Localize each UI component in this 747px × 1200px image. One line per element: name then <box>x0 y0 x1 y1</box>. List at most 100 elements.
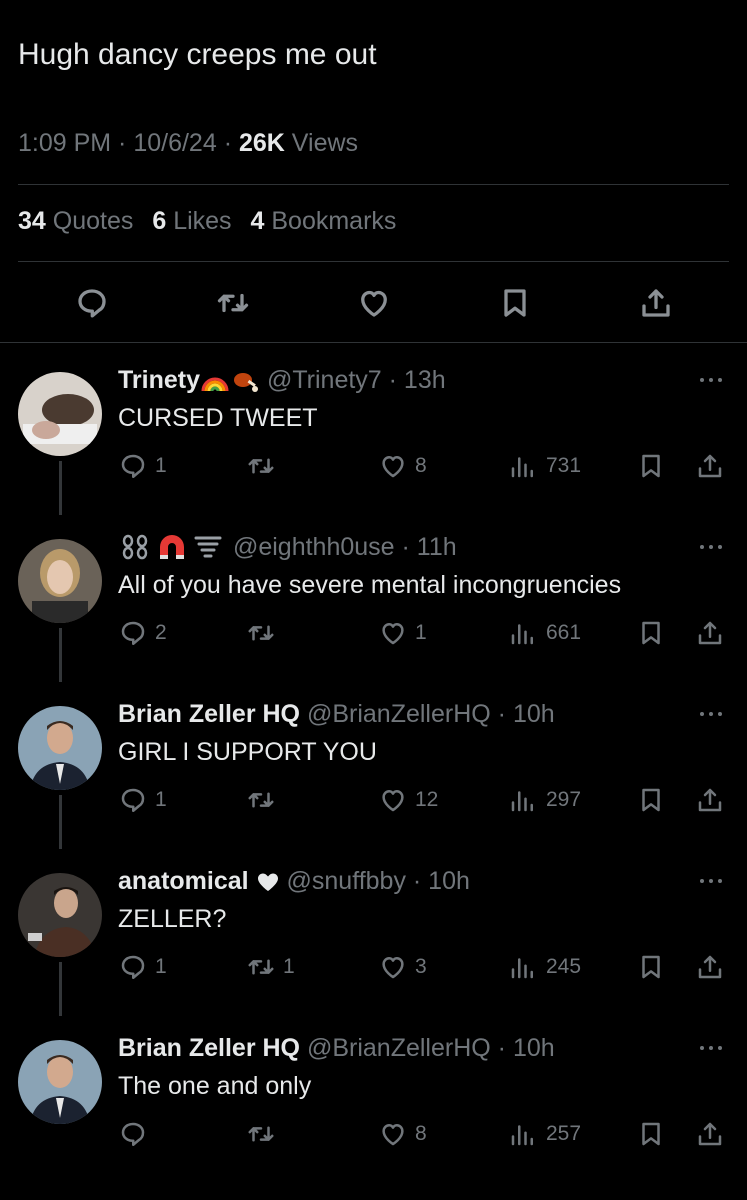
reply-icon[interactable] <box>118 1119 148 1149</box>
views-count: 297 <box>546 788 582 811</box>
bookmark-icon[interactable] <box>636 952 666 982</box>
reply-icon[interactable] <box>118 952 148 982</box>
like-count: 12 <box>415 788 439 811</box>
handle[interactable]: @Trinety7 <box>267 366 382 394</box>
handle[interactable]: @snuffbby <box>287 867 406 895</box>
rainbow-icon <box>201 377 229 392</box>
views-count: 661 <box>546 621 582 644</box>
avatar[interactable] <box>18 873 102 957</box>
like-icon[interactable] <box>378 618 408 648</box>
more-icon[interactable] <box>697 1042 725 1054</box>
repost-icon[interactable] <box>246 1119 276 1149</box>
timestamp[interactable]: 13h <box>404 366 446 394</box>
views-icon[interactable] <box>508 952 538 982</box>
thread-line <box>59 628 62 682</box>
share-icon[interactable] <box>695 1119 725 1149</box>
thread-line <box>59 962 62 1016</box>
like-count: 3 <box>415 955 427 978</box>
tweet-text: Hugh dancy creeps me out <box>18 38 377 71</box>
bookmarks-stat[interactable]: 4 Bookmarks <box>251 207 397 235</box>
chains-icon <box>122 535 148 560</box>
bookmark-icon[interactable] <box>636 451 666 481</box>
meat-on-bone-icon <box>233 373 258 393</box>
like-count: 1 <box>415 621 427 644</box>
views-count: 257 <box>546 1122 582 1145</box>
repost-icon[interactable] <box>246 785 276 815</box>
timestamp[interactable]: 10h <box>428 867 470 895</box>
repost-icon[interactable] <box>246 618 276 648</box>
like-icon[interactable] <box>378 1119 408 1149</box>
reply-item[interactable]: @eighthh0use · 11h All of you have sever… <box>0 511 747 682</box>
timestamp[interactable]: 11h <box>417 533 457 561</box>
reply-header: Brian Zeller HQ @BrianZellerHQ · 10h <box>118 1034 555 1062</box>
divider <box>18 184 729 185</box>
bookmark-icon[interactable] <box>636 618 666 648</box>
display-name[interactable]: anatomical <box>118 867 249 895</box>
magnet-icon <box>160 535 184 560</box>
display-name[interactable]: Trinety <box>118 366 200 394</box>
reply-text: The one and only <box>118 1072 312 1100</box>
reply-header: Brian Zeller HQ @BrianZellerHQ · 10h <box>118 700 555 728</box>
reply-icon[interactable] <box>118 451 148 481</box>
like-icon[interactable] <box>378 451 408 481</box>
views-icon[interactable] <box>508 618 538 648</box>
views-icon[interactable] <box>508 451 538 481</box>
bookmark-icon[interactable] <box>636 785 666 815</box>
reply-icon[interactable] <box>118 618 148 648</box>
handle[interactable]: @BrianZellerHQ <box>307 1034 491 1062</box>
likes-stat[interactable]: 6 Likes <box>152 207 231 235</box>
like-icon[interactable] <box>378 785 408 815</box>
reply-item[interactable]: Trinety @Trinety7 · 13h CURSED TWEET 1 8… <box>0 344 747 515</box>
repost-icon[interactable] <box>246 952 276 982</box>
bookmark-icon[interactable] <box>497 285 533 321</box>
display-name[interactable]: Brian Zeller HQ <box>118 1034 300 1062</box>
share-icon[interactable] <box>638 285 674 321</box>
timestamp[interactable]: 10h <box>513 1034 555 1062</box>
repost-icon[interactable] <box>246 451 276 481</box>
thread-line <box>59 461 62 515</box>
timestamp[interactable]: 10h <box>513 700 555 728</box>
reply-item[interactable]: Brian Zeller HQ @BrianZellerHQ · 10h GIR… <box>0 678 747 849</box>
tweet-meta: 1:09 PM · 10/6/24 · 26K Views <box>18 129 359 157</box>
share-icon[interactable] <box>695 618 725 648</box>
like-count: 8 <box>415 1122 427 1145</box>
more-icon[interactable] <box>697 875 725 887</box>
like-icon[interactable] <box>378 952 408 982</box>
share-icon[interactable] <box>695 451 725 481</box>
avatar[interactable] <box>18 706 102 790</box>
quotes-stat[interactable]: 34 Quotes <box>18 207 133 235</box>
like-icon[interactable] <box>356 285 392 321</box>
more-icon[interactable] <box>697 708 725 720</box>
reply-count: 1 <box>155 955 167 978</box>
share-icon[interactable] <box>695 952 725 982</box>
tweet-date[interactable]: 10/6/24 <box>133 129 216 157</box>
avatar[interactable] <box>18 372 102 456</box>
reply-item[interactable]: anatomical @snuffbby · 10h ZELLER? 1 1 3… <box>0 845 747 1016</box>
more-icon[interactable] <box>697 541 725 553</box>
views-icon[interactable] <box>508 785 538 815</box>
heart-icon <box>257 873 278 892</box>
more-icon[interactable] <box>697 374 725 386</box>
reply-item[interactable]: Brian Zeller HQ @BrianZellerHQ · 10h The… <box>0 1012 747 1179</box>
views-icon[interactable] <box>508 1119 538 1149</box>
handle[interactable]: @BrianZellerHQ <box>307 700 491 728</box>
display-name[interactable]: Brian Zeller HQ <box>118 700 300 728</box>
tweet-time[interactable]: 1:09 PM <box>18 129 111 157</box>
views-count: 26K <box>238 129 285 157</box>
views-count: 245 <box>546 955 582 978</box>
avatar[interactable] <box>18 1040 102 1124</box>
tweet-stats: 34 Quotes 6 Likes 4 Bookmarks <box>18 207 396 236</box>
reply-text: CURSED TWEET <box>118 404 318 432</box>
share-icon[interactable] <box>695 785 725 815</box>
divider <box>18 261 729 262</box>
repost-icon[interactable] <box>215 285 251 321</box>
reply-icon[interactable] <box>74 285 110 321</box>
bookmark-icon[interactable] <box>636 1119 666 1149</box>
reply-icon[interactable] <box>118 785 148 815</box>
avatar[interactable] <box>18 539 102 623</box>
handle[interactable]: @eighthh0use <box>233 533 395 561</box>
reply-count: 2 <box>155 621 167 644</box>
thread-line <box>59 795 62 849</box>
reply-header: Trinety @Trinety7 · 13h <box>118 366 446 394</box>
views-label: Views <box>291 129 359 157</box>
